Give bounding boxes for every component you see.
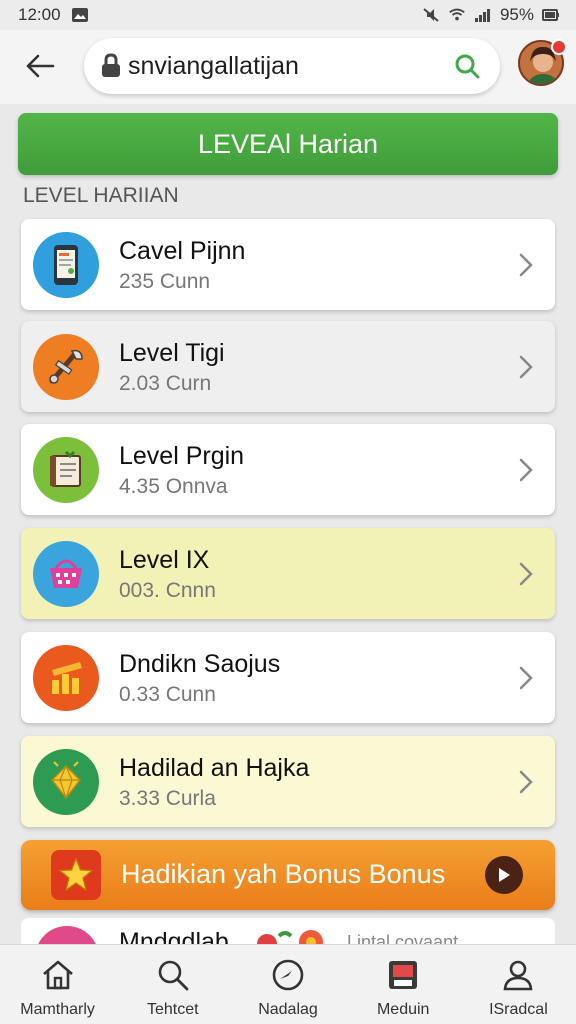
level-title: Hadilad an Hajka xyxy=(119,754,310,782)
gallery-icon xyxy=(71,8,88,22)
lock-icon xyxy=(102,53,120,77)
search-button[interactable] xyxy=(450,49,484,83)
chevron-right-icon xyxy=(519,458,533,482)
nav-home[interactable]: Mamtharly xyxy=(0,945,115,1024)
level-title: Level Tigi xyxy=(119,339,225,367)
nav-compass[interactable]: Nadalag xyxy=(230,945,345,1024)
level-card[interactable]: Level Prgin 4.35 Onnva xyxy=(21,424,555,515)
level-subtitle: 0.33 Cunn xyxy=(119,683,216,706)
level-subtitle: 2.03 Curn xyxy=(119,372,212,395)
search-input[interactable]: snviangallatijan xyxy=(128,52,450,81)
battery-icon xyxy=(542,9,559,21)
wifi-icon xyxy=(449,8,465,21)
play-icon xyxy=(499,868,510,882)
notification-dot xyxy=(551,39,567,55)
level-title: Level IX xyxy=(119,546,210,574)
chevron-right-icon xyxy=(519,562,533,586)
level-title: Level Prgin xyxy=(119,442,245,470)
compass-icon xyxy=(272,959,304,991)
star-icon xyxy=(51,850,101,900)
tablet-icon xyxy=(33,232,99,298)
battery-percent: 95% xyxy=(499,5,534,24)
level-title: Dndikn Saojus xyxy=(119,650,281,678)
device-icon xyxy=(389,961,418,989)
level-card[interactable]: Hadilad an Hajka 3.33 Curla xyxy=(21,736,555,827)
basket-icon xyxy=(33,541,99,607)
level-subtitle: 3.33 Curla xyxy=(119,787,216,810)
section-title: LEVEL HARIIAN xyxy=(23,184,179,207)
back-arrow-icon xyxy=(26,54,55,78)
back-button[interactable] xyxy=(22,48,58,84)
bonus-button[interactable]: Hadikian yah Bonus Bonus xyxy=(21,840,555,910)
signal-icon xyxy=(474,9,490,22)
person-icon xyxy=(503,960,533,991)
level-card[interactable]: Cavel Pijnn 235 Cunn xyxy=(21,219,555,310)
level-subtitle: 003. Cnnn xyxy=(119,579,216,602)
nav-device[interactable]: Meduin xyxy=(346,945,461,1024)
nav-label: ISradcal xyxy=(489,1001,548,1018)
nav-label: Mamtharly xyxy=(20,1001,95,1018)
tools-icon xyxy=(33,334,99,400)
play-button[interactable] xyxy=(485,856,523,894)
chevron-right-icon xyxy=(519,770,533,794)
bars-icon xyxy=(33,645,99,711)
diamond-icon xyxy=(33,749,99,815)
app-bar: snviangallatijan xyxy=(0,30,576,104)
mute-icon xyxy=(423,8,439,22)
nav-profile[interactable]: ISradcal xyxy=(461,945,576,1024)
chevron-right-icon xyxy=(519,253,533,277)
level-subtitle: 4.35 Onnva xyxy=(119,475,228,498)
banner-label: LEVEAl Harian xyxy=(197,128,379,159)
level-title: Cavel Pijnn xyxy=(119,237,246,265)
notebook-icon xyxy=(33,437,99,503)
nav-label: Tehtcet xyxy=(147,1001,199,1018)
level-card[interactable]: Dndikn Saojus 0.33 Cunn xyxy=(21,632,555,723)
search-bar[interactable]: snviangallatijan xyxy=(84,38,500,94)
chevron-right-icon xyxy=(519,666,533,690)
level-card[interactable]: Level IX 003. Cnnn xyxy=(21,528,555,619)
status-time: 12:00 xyxy=(18,5,61,24)
bonus-label: Hadikian yah Bonus Bonus xyxy=(121,859,446,889)
nav-search[interactable]: Tehtcet xyxy=(115,945,230,1024)
nav-label: Nadalag xyxy=(258,1001,318,1018)
bottom-nav: Mamtharly Tehtcet Nadalag Meduin ISradca… xyxy=(0,944,576,1024)
nav-label: Meduin xyxy=(376,1001,430,1018)
level-card[interactable]: Level Tigi 2.03 Curn xyxy=(21,321,555,412)
search-icon xyxy=(158,960,189,991)
chevron-right-icon xyxy=(519,355,533,379)
status-bar: 12:00 95% xyxy=(0,0,576,30)
level-harian-banner[interactable]: LEVEAl Harian xyxy=(18,113,558,175)
home-icon xyxy=(42,960,73,990)
search-icon xyxy=(455,54,480,79)
level-subtitle: 235 Cunn xyxy=(119,270,211,293)
